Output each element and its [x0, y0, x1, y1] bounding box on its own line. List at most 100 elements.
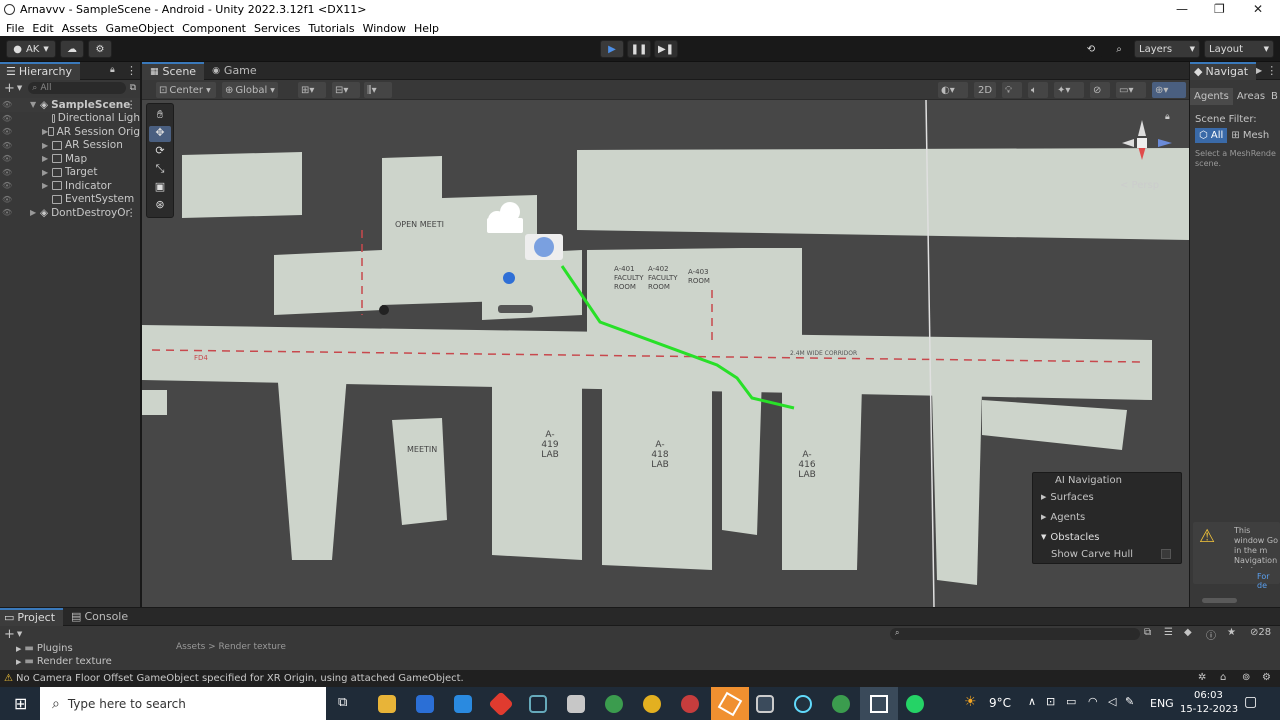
chevron-right-icon[interactable]: ▶	[42, 154, 52, 163]
search-button[interactable]: ⌕	[1108, 40, 1130, 58]
menu-tutorials[interactable]: Tutorials	[308, 22, 354, 35]
grid-snap-dropdown[interactable]: ⊞▾	[298, 82, 326, 98]
layout-dropdown[interactable]: Layout ▼	[1204, 40, 1274, 58]
folder-render-texture[interactable]: ▶ ▬ Render texture	[0, 655, 1280, 668]
git-icon[interactable]	[488, 691, 514, 717]
clock-date[interactable]: 15-12-2023	[1180, 704, 1238, 715]
chevron-right-icon[interactable]: ▶	[42, 141, 52, 150]
chrome-icon[interactable]	[605, 695, 623, 713]
chevron-right-icon[interactable]: ▶	[42, 168, 52, 177]
lighting-toggle[interactable]: 💡︎	[1002, 82, 1022, 98]
filter-mesh-button[interactable]: ⊞ Mesh	[1227, 128, 1273, 143]
docs-link[interactable]: For de	[1257, 572, 1280, 590]
visibility-icon[interactable]: 👁︎	[2, 127, 12, 136]
settings-button[interactable]: ⚙	[88, 40, 112, 58]
folder-plugins[interactable]: ▶ ▬ Plugins Assets > Render texture	[0, 642, 1280, 655]
space-dropdown[interactable]: ⊕ Global ▼	[222, 82, 278, 98]
lock-icon[interactable]: 🔒︎	[1165, 112, 1170, 122]
clock-time[interactable]: 06:03	[1194, 690, 1223, 701]
layers-dropdown[interactable]: Layers ▼	[1134, 40, 1200, 58]
favorite-icon[interactable]: ★	[1227, 627, 1236, 638]
cloud-button[interactable]: ☁	[60, 40, 84, 58]
battery-icon[interactable]: ▭	[1066, 695, 1076, 708]
tab-hierarchy[interactable]: ☰ Hierarchy	[0, 61, 81, 80]
chrome-profile-icon[interactable]	[643, 695, 661, 713]
filter-type-icon[interactable]: ⧉	[1144, 627, 1151, 638]
hierarchy-item-dontdestroyonload[interactable]: 👁︎ ▶ ◈ DontDestroyOr ⋮	[0, 206, 140, 220]
rect-tool-icon[interactable]: ▣	[149, 180, 171, 196]
history-button[interactable]: ⟲	[1080, 40, 1102, 58]
maximize-icon[interactable]: ❐	[1214, 2, 1225, 16]
pivot-dropdown[interactable]: ⊡ Center ▼	[156, 82, 216, 98]
hierarchy-item-ar-session[interactable]: 👁︎ ▶ AR Session	[0, 139, 140, 153]
tab-navigation[interactable]: ◆ Navigat	[1190, 61, 1257, 80]
add-icon[interactable]: +	[4, 81, 15, 96]
minimize-icon[interactable]: —	[1176, 2, 1188, 16]
project-search-input[interactable]: ⌕	[890, 628, 1140, 640]
app-icon[interactable]	[567, 695, 585, 713]
info-icon[interactable]: ⓘ	[1206, 627, 1216, 642]
2d-toggle[interactable]: 2D	[974, 82, 996, 98]
gear-icon[interactable]: ⚙	[1262, 672, 1271, 683]
projection-label[interactable]: < Persp	[1120, 180, 1159, 191]
step-button[interactable]: ▶❚	[654, 40, 678, 58]
weather-temp[interactable]: 9°C	[989, 696, 1011, 710]
add-icon[interactable]: +	[4, 627, 15, 642]
hierarchy-item-indicator[interactable]: 👁︎ ▶ Indicator	[0, 179, 140, 193]
hierarchy-item-eventsystem[interactable]: 👁︎ EventSystem	[0, 193, 140, 207]
hierarchy-item-directional-light[interactable]: 👁︎ Directional Ligh	[0, 112, 140, 126]
chevron-down-icon[interactable]: ▼	[17, 630, 22, 638]
kebab-menu-icon[interactable]: ⋮	[1266, 64, 1277, 77]
speaker-icon[interactable]: ◁	[1108, 695, 1116, 708]
visibility-icon[interactable]: 👁︎	[2, 195, 12, 204]
cache-icon[interactable]: ⊚	[1242, 672, 1250, 683]
camera-settings-dropdown[interactable]: ▭▾	[1116, 82, 1146, 98]
subtab-areas[interactable]: Areas	[1233, 88, 1269, 105]
store-icon[interactable]	[416, 695, 434, 713]
windows-start-icon[interactable]: ⊞	[14, 694, 27, 713]
chevron-right-icon[interactable]: ▶	[42, 181, 52, 190]
hierarchy-search-input[interactable]: ⌕ All	[28, 82, 126, 94]
whatsapp-icon[interactable]	[906, 695, 924, 713]
menu-window[interactable]: Window	[363, 22, 406, 35]
snap-increment-dropdown[interactable]: ⊟▾	[332, 82, 360, 98]
bug-icon[interactable]: ✲	[1198, 672, 1206, 683]
kebab-menu-icon[interactable]: ⋮	[126, 207, 137, 219]
taskbar-search-box[interactable]: ⌕ Type here to search	[40, 687, 326, 720]
chevron-right-icon[interactable]: ▶	[30, 208, 40, 217]
audio-toggle[interactable]: 🔈︎	[1028, 82, 1048, 98]
chrome-profile-icon[interactable]	[681, 695, 699, 713]
transform-tool-icon[interactable]: ⊛	[149, 198, 171, 214]
hand-tool-icon[interactable]: ✋︎	[149, 108, 171, 124]
play-button[interactable]: ▶	[600, 40, 624, 58]
unity-editor-icon[interactable]	[756, 695, 774, 713]
file-explorer-icon[interactable]	[378, 695, 396, 713]
chevron-down-icon[interactable]: ▼	[30, 100, 40, 109]
scale-tool-icon[interactable]: ⤡	[149, 162, 171, 178]
visibility-icon[interactable]: 👁︎	[2, 168, 12, 177]
wifi-icon[interactable]: ◠	[1088, 695, 1098, 708]
tab-game[interactable]: ◉ Game	[204, 62, 265, 80]
task-view-icon[interactable]: ⧉	[338, 695, 347, 710]
subtab-b[interactable]: B	[1269, 88, 1280, 105]
ai-nav-surfaces[interactable]: ▶ Surfaces	[1033, 487, 1181, 507]
hidden-objects-toggle[interactable]: ⊘	[1090, 82, 1110, 98]
steam-icon[interactable]	[529, 695, 547, 713]
filter-label-icon[interactable]: ☰	[1164, 627, 1173, 638]
menu-edit[interactable]: Edit	[32, 22, 53, 35]
align-dropdown[interactable]: ⫼▾	[364, 82, 392, 98]
visibility-icon[interactable]: 👁︎	[2, 114, 12, 123]
notifications-icon[interactable]: ▢	[1244, 694, 1257, 710]
menu-gameobject[interactable]: GameObject	[106, 22, 175, 35]
vscode-icon[interactable]	[454, 695, 472, 713]
ai-nav-obstacles[interactable]: ▼ Obstacles	[1033, 527, 1181, 547]
network-icon[interactable]: ⊡	[1046, 695, 1055, 708]
weather-icon[interactable]: ☀	[964, 694, 977, 710]
menu-component[interactable]: Component	[182, 22, 246, 35]
tag-icon[interactable]: ◆	[1184, 627, 1192, 638]
subtab-agents[interactable]: Agents	[1190, 87, 1233, 105]
scene-viewport[interactable]: OPEN MEETI A-401 FACULTY ROOM A-402 FACU…	[142, 100, 1189, 607]
tab-project[interactable]: ▭ Project	[0, 607, 64, 626]
pause-button[interactable]: ❚❚	[627, 40, 651, 58]
chrome-icon[interactable]	[832, 695, 850, 713]
